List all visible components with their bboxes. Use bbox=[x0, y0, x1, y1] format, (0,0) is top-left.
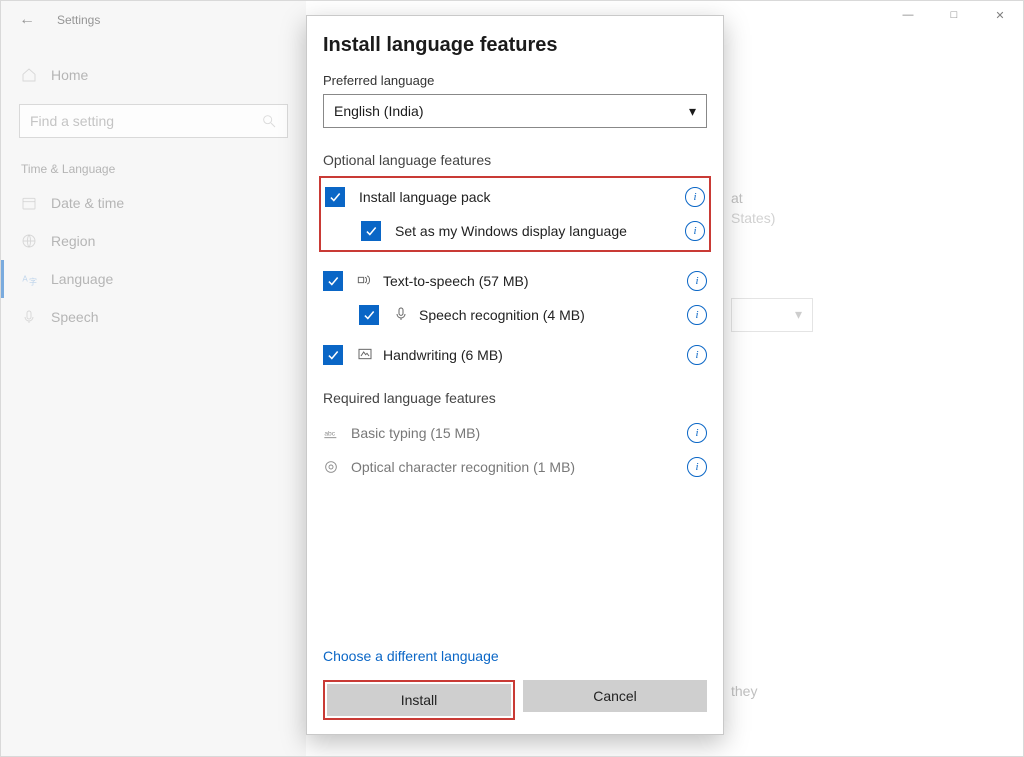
info-icon[interactable]: i bbox=[687, 457, 707, 477]
info-icon[interactable]: i bbox=[687, 271, 707, 291]
dialog-title: Install language features bbox=[323, 34, 707, 57]
feature-label: Set as my Windows display language bbox=[395, 223, 685, 239]
checkbox-checked[interactable] bbox=[323, 345, 343, 365]
feature-label: Optical character recognition (1 MB) bbox=[351, 459, 687, 475]
microphone-icon bbox=[393, 306, 409, 325]
feature-ocr: Optical character recognition (1 MB) i bbox=[323, 450, 707, 484]
checkbox-checked[interactable] bbox=[359, 305, 379, 325]
feature-label: Install language pack bbox=[359, 189, 685, 205]
install-language-dialog: Install language features Preferred lang… bbox=[306, 15, 724, 735]
tts-icon bbox=[357, 272, 373, 291]
info-icon[interactable]: i bbox=[685, 187, 705, 207]
typing-icon: abc bbox=[323, 425, 339, 441]
info-icon[interactable]: i bbox=[687, 305, 707, 325]
checkbox-checked[interactable] bbox=[361, 221, 381, 241]
feature-label: Text-to-speech (57 MB) bbox=[383, 273, 687, 289]
feature-set-display-language[interactable]: Set as my Windows display language i bbox=[325, 214, 705, 248]
dropdown-value: English (India) bbox=[334, 103, 424, 119]
info-icon[interactable]: i bbox=[687, 423, 707, 443]
choose-different-language-link[interactable]: Choose a different language bbox=[323, 648, 707, 664]
handwriting-icon bbox=[357, 346, 373, 365]
checkbox-checked[interactable] bbox=[323, 271, 343, 291]
feature-install-language-pack[interactable]: Install language pack i bbox=[325, 180, 705, 214]
checkbox-checked[interactable] bbox=[325, 187, 345, 207]
feature-label: Handwriting (6 MB) bbox=[383, 347, 687, 363]
info-icon[interactable]: i bbox=[685, 221, 705, 241]
optional-features-label: Optional language features bbox=[323, 152, 707, 168]
info-icon[interactable]: i bbox=[687, 345, 707, 365]
svg-text:abc: abc bbox=[324, 431, 335, 438]
required-features-label: Required language features bbox=[323, 390, 707, 406]
feature-label: Basic typing (15 MB) bbox=[351, 425, 687, 441]
install-button[interactable]: Install bbox=[327, 684, 511, 716]
feature-handwriting[interactable]: Handwriting (6 MB) i bbox=[323, 338, 707, 372]
feature-label: Speech recognition (4 MB) bbox=[419, 307, 687, 323]
feature-text-to-speech[interactable]: Text-to-speech (57 MB) i bbox=[323, 264, 707, 298]
preferred-language-dropdown[interactable]: English (India) ▾ bbox=[323, 94, 707, 128]
chevron-down-icon: ▾ bbox=[689, 103, 696, 120]
preferred-language-label: Preferred language bbox=[323, 73, 707, 88]
cancel-button[interactable]: Cancel bbox=[523, 680, 707, 712]
feature-basic-typing: abc Basic typing (15 MB) i bbox=[323, 416, 707, 450]
feature-speech-recognition[interactable]: Speech recognition (4 MB) i bbox=[323, 298, 707, 332]
ocr-icon bbox=[323, 459, 339, 475]
